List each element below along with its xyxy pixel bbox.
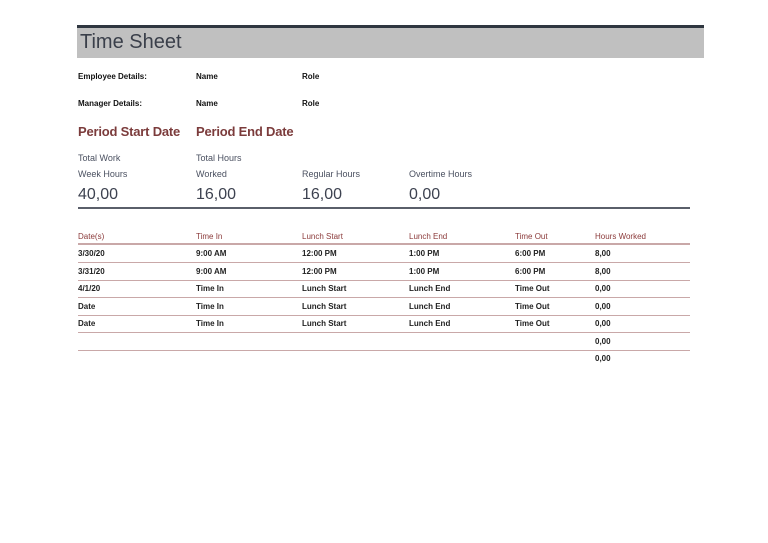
table-cell[interactable]: 4/1/20: [78, 284, 100, 293]
table-cell: 0,00: [595, 301, 611, 311]
table-cell: 8,00: [595, 266, 611, 276]
table-cell[interactable]: 1:00 PM: [409, 267, 439, 276]
table-cell[interactable]: Lunch Start: [302, 302, 346, 311]
column-header: Date(s): [78, 232, 105, 241]
table-cell[interactable]: Lunch End: [409, 284, 450, 293]
table-cell[interactable]: Time In: [196, 302, 224, 311]
table-cell[interactable]: Lunch End: [409, 319, 450, 328]
row-divider: [78, 262, 690, 263]
table-cell[interactable]: 6:00 PM: [515, 267, 545, 276]
table-cell[interactable]: Time In: [196, 284, 224, 293]
summary-line2: Week Hours: [78, 169, 128, 179]
table-cell[interactable]: Date: [78, 319, 95, 328]
column-header: Hours Worked: [595, 232, 646, 241]
summary-line2: Regular Hours: [302, 169, 361, 179]
table-cell[interactable]: Lunch End: [409, 302, 450, 311]
column-header: Time Out: [515, 232, 548, 241]
table-cell[interactable]: Time Out: [515, 302, 550, 311]
row-divider: [78, 332, 690, 333]
table-cell[interactable]: 3/30/20: [78, 249, 105, 258]
manager-name[interactable]: Name: [196, 99, 218, 108]
column-header: Time In: [196, 232, 223, 241]
table-cell[interactable]: Lunch Start: [302, 319, 346, 328]
summary-line2: Overtime Hours: [409, 169, 473, 179]
table-cell[interactable]: Date: [78, 302, 95, 311]
summary-value: 16,00: [196, 186, 237, 203]
column-header: Lunch Start: [302, 232, 343, 241]
manager-role[interactable]: Role: [302, 99, 319, 108]
table-cell: 8,00: [595, 249, 611, 258]
table-cell[interactable]: 6:00 PM: [515, 249, 545, 258]
column-header: Lunch End: [409, 232, 448, 241]
table-cell: 0,00: [595, 336, 611, 346]
table-cell[interactable]: Lunch Start: [302, 284, 346, 293]
summary-line2: Worked: [196, 169, 227, 179]
table-cell: 0,00: [595, 284, 611, 293]
header-divider: [78, 243, 690, 245]
employee-role[interactable]: Role: [302, 72, 319, 81]
row-divider: [78, 314, 690, 316]
employee-name[interactable]: Name: [196, 72, 218, 81]
table-cell: 0,00: [595, 354, 611, 363]
table-cell[interactable]: 1:00 PM: [409, 249, 439, 258]
summary-value: 0,00: [409, 186, 441, 203]
table-cell[interactable]: 9:00 AM: [196, 249, 226, 258]
manager-details-label: Manager Details:: [78, 99, 143, 108]
table-cell[interactable]: Time Out: [515, 319, 550, 328]
period-start-date[interactable]: Period Start Date: [78, 124, 180, 139]
page-title: Time Sheet: [80, 31, 182, 53]
summary-value: 16,00: [302, 186, 343, 203]
table-cell: 0,00: [595, 319, 611, 328]
employee-details-label: Employee Details:: [78, 72, 147, 81]
table-cell[interactable]: Time In: [196, 319, 224, 328]
row-divider: [78, 279, 690, 281]
table-cell[interactable]: Time Out: [515, 284, 550, 293]
table-cell[interactable]: 9:00 AM: [196, 267, 226, 276]
summary-divider: [78, 207, 690, 209]
table-cell[interactable]: 3/31/20: [78, 267, 105, 276]
table-cell[interactable]: 12:00 PM: [302, 249, 337, 258]
period-end-date[interactable]: Period End Date: [196, 124, 294, 139]
table-cell[interactable]: 12:00 PM: [302, 267, 337, 276]
row-divider: [78, 297, 690, 298]
summary-line1: Total Hours: [196, 153, 242, 163]
row-divider: [78, 349, 690, 351]
summary-value: 40,00: [78, 186, 119, 203]
summary-line1: Total Work: [78, 153, 121, 163]
